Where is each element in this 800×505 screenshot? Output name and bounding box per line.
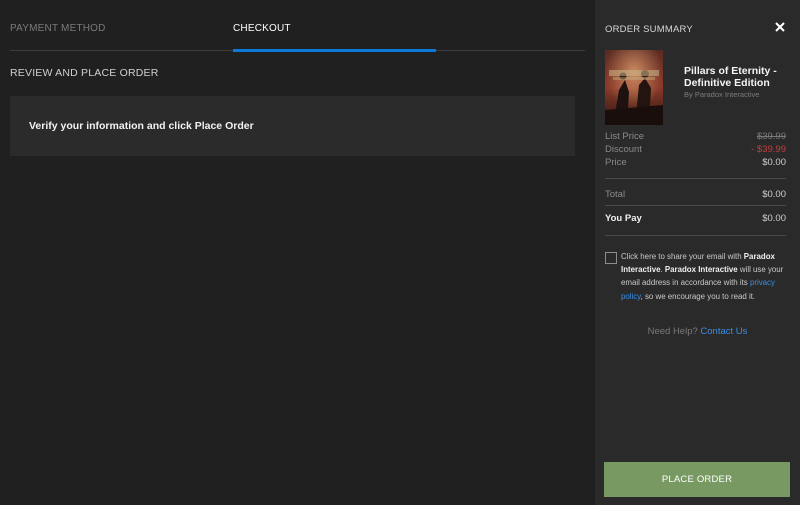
you-pay-row: You Pay $0.00	[605, 213, 786, 224]
info-message: Verify your information and click Place …	[29, 120, 254, 132]
discount-row: Discount - $39.99	[605, 143, 786, 156]
checkout-tabs: PAYMENT METHOD CHECKOUT	[10, 0, 585, 52]
divider	[605, 178, 786, 179]
info-box: Verify your information and click Place …	[10, 96, 575, 156]
close-button[interactable]	[773, 20, 787, 34]
section-title: REVIEW AND PLACE ORDER	[10, 67, 159, 79]
checkout-main: PAYMENT METHOD CHECKOUT REVIEW AND PLACE…	[0, 0, 595, 505]
consent-text-4: , so we encourage you to read it.	[640, 291, 756, 301]
price-breakdown: List Price $39.99 Discount - $39.99 Pric…	[605, 130, 786, 169]
list-price-row: List Price $39.99	[605, 130, 786, 143]
active-tab-indicator	[233, 49, 436, 52]
tab-payment-method[interactable]: PAYMENT METHOD	[10, 0, 232, 51]
divider	[605, 235, 786, 236]
list-price-label: List Price	[605, 131, 645, 142]
share-email-checkbox[interactable]	[605, 252, 617, 264]
total-value: $0.00	[762, 189, 786, 200]
you-pay-value: $0.00	[762, 213, 786, 224]
price-label: Price	[605, 157, 627, 168]
list-price-value: $39.99	[756, 131, 786, 142]
discount-value: - $39.99	[751, 144, 786, 155]
total-label: Total	[605, 189, 626, 200]
tab-checkout[interactable]: CHECKOUT	[233, 0, 436, 52]
price-row: Price $0.00	[605, 156, 786, 169]
help-section: Need Help? Contact Us	[595, 326, 800, 337]
consent-text-1: Click here to share your email with	[621, 252, 744, 261]
consent-company-2: Paradox Interactive	[664, 265, 738, 275]
consent-text: Click here to share your email with Para…	[621, 250, 790, 303]
product-name: Pillars of Eternity - Definitive Edition	[684, 65, 777, 89]
help-text: Need Help?	[647, 326, 698, 337]
contact-us-link[interactable]: Contact Us	[700, 326, 747, 337]
product-card: Pillars of Eternity - Definitive Edition…	[605, 50, 790, 126]
you-pay-label: You Pay	[605, 213, 642, 224]
total-row: Total $0.00	[605, 189, 786, 200]
tab-checkout-label: CHECKOUT	[233, 23, 291, 34]
close-icon	[775, 22, 785, 32]
order-summary-title: ORDER SUMMARY	[605, 24, 693, 35]
price-value: $0.00	[762, 157, 786, 168]
order-summary-panel: ORDER SUMMARY Pillars of Eternity - Defi…	[595, 0, 800, 505]
product-publisher: By Paradox Interactive	[684, 90, 760, 99]
divider	[605, 205, 786, 206]
discount-label: Discount	[605, 144, 642, 155]
product-cover-image	[605, 50, 663, 125]
place-order-button[interactable]: PLACE ORDER	[604, 462, 790, 497]
